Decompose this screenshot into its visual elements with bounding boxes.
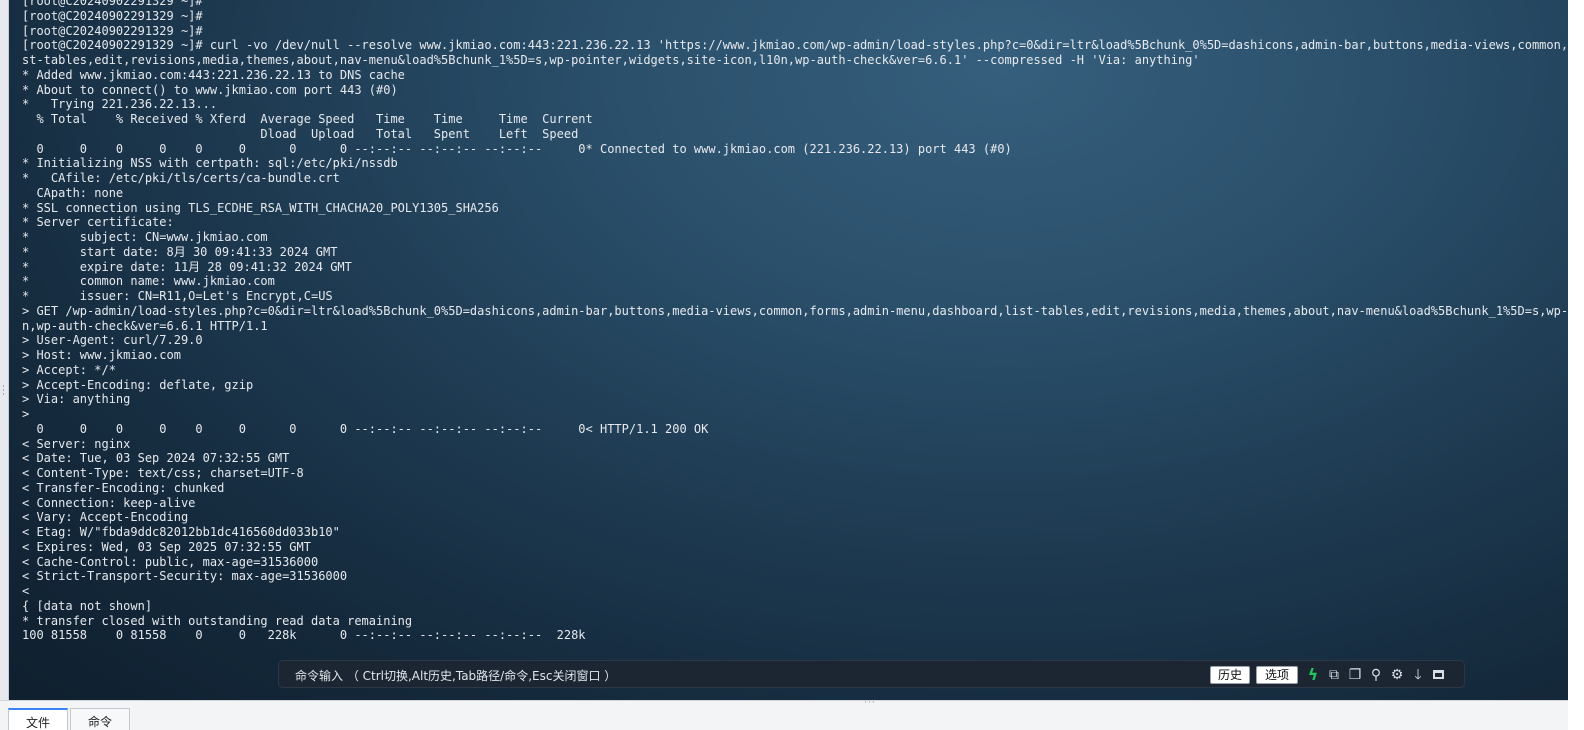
tab-files[interactable]: 文件	[8, 708, 68, 730]
terminal-line: n,wp-auth-check&ver=6.6.1 HTTP/1.1	[22, 318, 268, 333]
terminal-line: * common name: www.jkmiao.com	[22, 274, 275, 289]
terminal-line: 0 0 0 0 0 0 0 0 --:--:-- --:--:-- --:--:…	[22, 141, 1012, 156]
terminal-lines: [root@C20240902291329 ~]# [root@C20240902…	[22, 0, 1568, 643]
tab-commands[interactable]: 命令	[70, 708, 130, 730]
terminal-line: < Etag: W/"fbda9ddc82012bb1dc416560dd033…	[22, 525, 340, 539]
terminal-line: < Connection: keep-alive	[22, 495, 196, 510]
terminal-line: * issuer: CN=R11,O=Let's Encrypt,C=US	[22, 289, 333, 303]
terminal-line: * Initializing NSS with certpath: sql:/e…	[22, 156, 398, 171]
command-input-hint[interactable]: 命令输入 （ Ctrl切换,Alt历史,Tab路径/命令,Esc关闭窗口 ）	[295, 667, 616, 684]
terminal-line: < Content-Type: text/css; charset=UTF-8	[22, 466, 304, 480]
left-panel-splitter[interactable]: · · ·	[0, 0, 9, 700]
terminal-line: >	[22, 407, 30, 421]
terminal-line: * expire date: 11月 28 09:41:32 2024 GMT	[22, 259, 352, 274]
terminal-line: st-tables,edit,revisions,media,themes,ab…	[22, 53, 1200, 67]
arrow-down-icon[interactable]: 🡓	[1410, 666, 1426, 684]
terminal-line: [root@C20240902291329 ~]#	[22, 23, 203, 38]
terminal-line: * About to connect() to www.jkmiao.com p…	[22, 82, 398, 97]
options-button[interactable]: 选项	[1256, 666, 1298, 684]
bottom-tab-bar: ··· 文件 命令	[0, 699, 1568, 730]
terminal-line: * CAfile: /etc/pki/tls/certs/ca-bundle.c…	[22, 171, 340, 185]
terminal-line: > Via: anything	[22, 392, 131, 407]
terminal-line: Dload Upload Total Spent Left Speed	[22, 126, 579, 141]
terminal-line: % Total % Received % Xferd Average Speed…	[22, 112, 593, 126]
terminal-line: * SSL connection using TLS_ECDHE_RSA_WIT…	[22, 200, 499, 215]
terminal-output-area[interactable]: · · · [root@C20240902291329 ~]# [root@C2024…	[0, 0, 1568, 700]
right-edge	[1568, 0, 1584, 730]
terminal-line: * Added www.jkmiao.com:443:221.236.22.13…	[22, 67, 405, 82]
terminal-line: > Host: www.jkmiao.com	[22, 348, 181, 362]
terminal-line: < Transfer-Encoding: chunked	[22, 480, 225, 495]
terminal-line: < Expires: Wed, 03 Sep 2025 07:32:55 GMT	[22, 539, 311, 554]
gear-icon[interactable]: ⚙	[1389, 666, 1405, 684]
terminal-line: 100 81558 0 81558 0 0 228k 0 --:--:-- --…	[22, 628, 586, 643]
terminal-line: * Trying 221.236.22.13...	[22, 97, 218, 112]
copy-icon[interactable]: ⧉	[1326, 666, 1342, 684]
terminal-line: * transfer closed with outstanding read …	[22, 613, 413, 628]
terminal-line: < Vary: Accept-Encoding	[22, 510, 189, 525]
history-button[interactable]: 历史	[1210, 666, 1250, 684]
terminal-line: * Server certificate:	[22, 215, 174, 230]
search-icon[interactable]: ⚲	[1368, 666, 1384, 684]
terminal-line: > User-Agent: curl/7.29.0	[22, 333, 203, 348]
command-input-bar[interactable]: 命令输入 （ Ctrl切换,Alt历史,Tab路径/命令,Esc关闭窗口 ） 历…	[278, 660, 1465, 688]
bolt-icon[interactable]: ϟ	[1305, 666, 1321, 684]
terminal-app: · · · [root@C20240902291329 ~]# [root@C2024…	[0, 0, 1584, 730]
paste-icon[interactable]: ❐	[1347, 666, 1363, 684]
terminal-line: [root@C20240902291329 ~]#	[22, 8, 203, 23]
terminal-line: > Accept-Encoding: deflate, gzip	[22, 377, 254, 392]
window-icon[interactable]	[1431, 666, 1447, 684]
terminal-line: < Server: nginx	[22, 436, 131, 451]
terminal-line: > Accept: */*	[22, 362, 116, 377]
terminal-line: < Cache-Control: public, max-age=3153600…	[22, 554, 319, 569]
terminal-line: < Strict-Transport-Security: max-age=315…	[22, 569, 348, 584]
terminal-line: [root@C20240902291329 ~]# curl -vo /dev/…	[22, 38, 1568, 53]
terminal-line: > GET /wp-admin/load-styles.php?c=0&dir=…	[22, 303, 1568, 318]
splitter-grip-icon: · · ·	[2, 382, 5, 400]
resize-grip-icon[interactable]: ···	[862, 699, 878, 708]
terminal-line: { [data not shown]	[22, 598, 153, 613]
terminal-line: CApath: none	[22, 185, 124, 200]
terminal-line: < Date: Tue, 03 Sep 2024 07:32:55 GMT	[22, 451, 290, 466]
terminal-line: * start date: 8月 30 09:41:33 2024 GMT	[22, 244, 338, 259]
terminal-line: 0 0 0 0 0 0 0 0 --:--:-- --:--:-- --:--:…	[22, 421, 709, 436]
terminal-line: * subject: CN=www.jkmiao.com	[22, 230, 268, 244]
terminal-line: [root@C20240902291329 ~]#	[22, 0, 203, 8]
terminal-line: <	[22, 584, 30, 598]
